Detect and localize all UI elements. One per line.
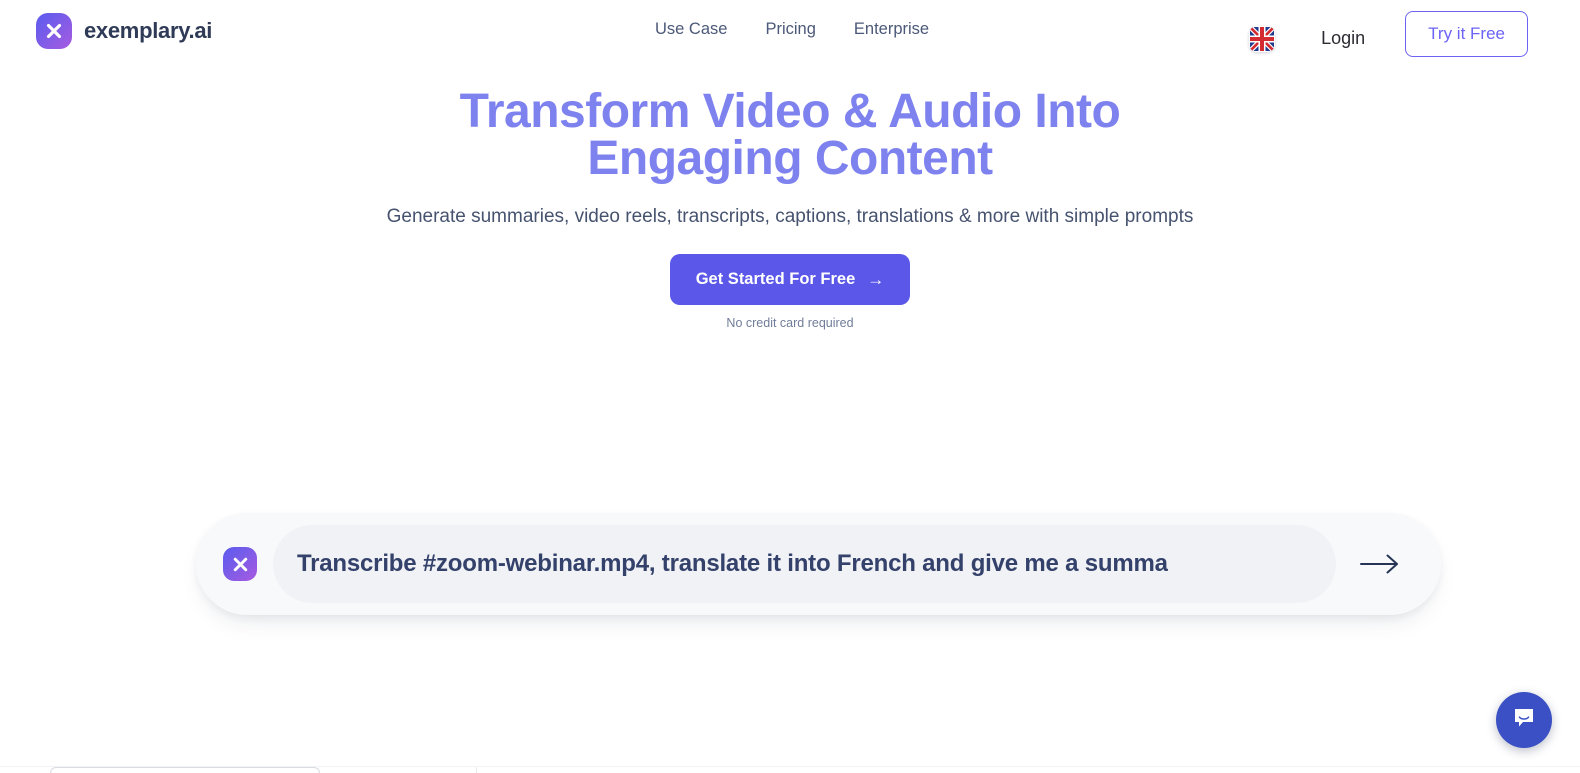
page-title: Transform Video & Audio Into Engaging Co… [459, 85, 1121, 185]
prompt-submit-button[interactable] [1358, 550, 1402, 578]
no-credit-card-note: No credit card required [726, 316, 854, 330]
nav-item-pricing[interactable]: Pricing [765, 20, 815, 39]
next-section-divider [476, 767, 477, 773]
hero-subtitle: Generate summaries, video reels, transcr… [386, 206, 1194, 227]
hero-section: Transform Video & Audio Into Engaging Co… [0, 85, 1580, 331]
exemplary-x-logo-icon [36, 13, 72, 49]
hero-cta-wrapper: Get Started For Free → [0, 254, 1580, 305]
login-link[interactable]: Login [1321, 28, 1365, 49]
get-started-button-label: Get Started For Free [695, 270, 856, 288]
next-section-card [50, 767, 320, 773]
brand-logo-link[interactable]: exemplary.ai [36, 13, 212, 49]
arrow-right-icon: → [867, 270, 885, 289]
chat-launcher-button[interactable] [1496, 692, 1552, 748]
nav-item-enterprise[interactable]: Enterprise [854, 20, 929, 39]
try-it-free-button[interactable]: Try it Free [1405, 11, 1528, 57]
prompt-input-value: Transcribe #zoom-webinar.mp4, translate … [297, 550, 1168, 577]
main-nav: Use Case Pricing Enterprise [655, 20, 929, 39]
chat-bubble-smile-icon [1510, 704, 1538, 737]
brand-name: exemplary.ai [84, 18, 213, 43]
prompt-bar[interactable]: Transcribe #zoom-webinar.mp4, translate … [196, 513, 1441, 615]
uk-flag-icon[interactable] [1249, 25, 1276, 52]
prompt-input[interactable]: Transcribe #zoom-webinar.mp4, translate … [273, 525, 1336, 603]
get-started-button[interactable]: Get Started For Free → [669, 254, 911, 305]
nav-item-use-case[interactable]: Use Case [655, 20, 727, 39]
next-section-peek [0, 766, 1580, 773]
exemplary-x-logo-icon [223, 547, 257, 581]
landing-page: exemplary.ai Use Case Pricing Enterprise… [0, 0, 1580, 773]
site-header: exemplary.ai Use Case Pricing Enterprise… [0, 0, 1580, 62]
header-actions: Login Try it Free [1249, 11, 1528, 57]
